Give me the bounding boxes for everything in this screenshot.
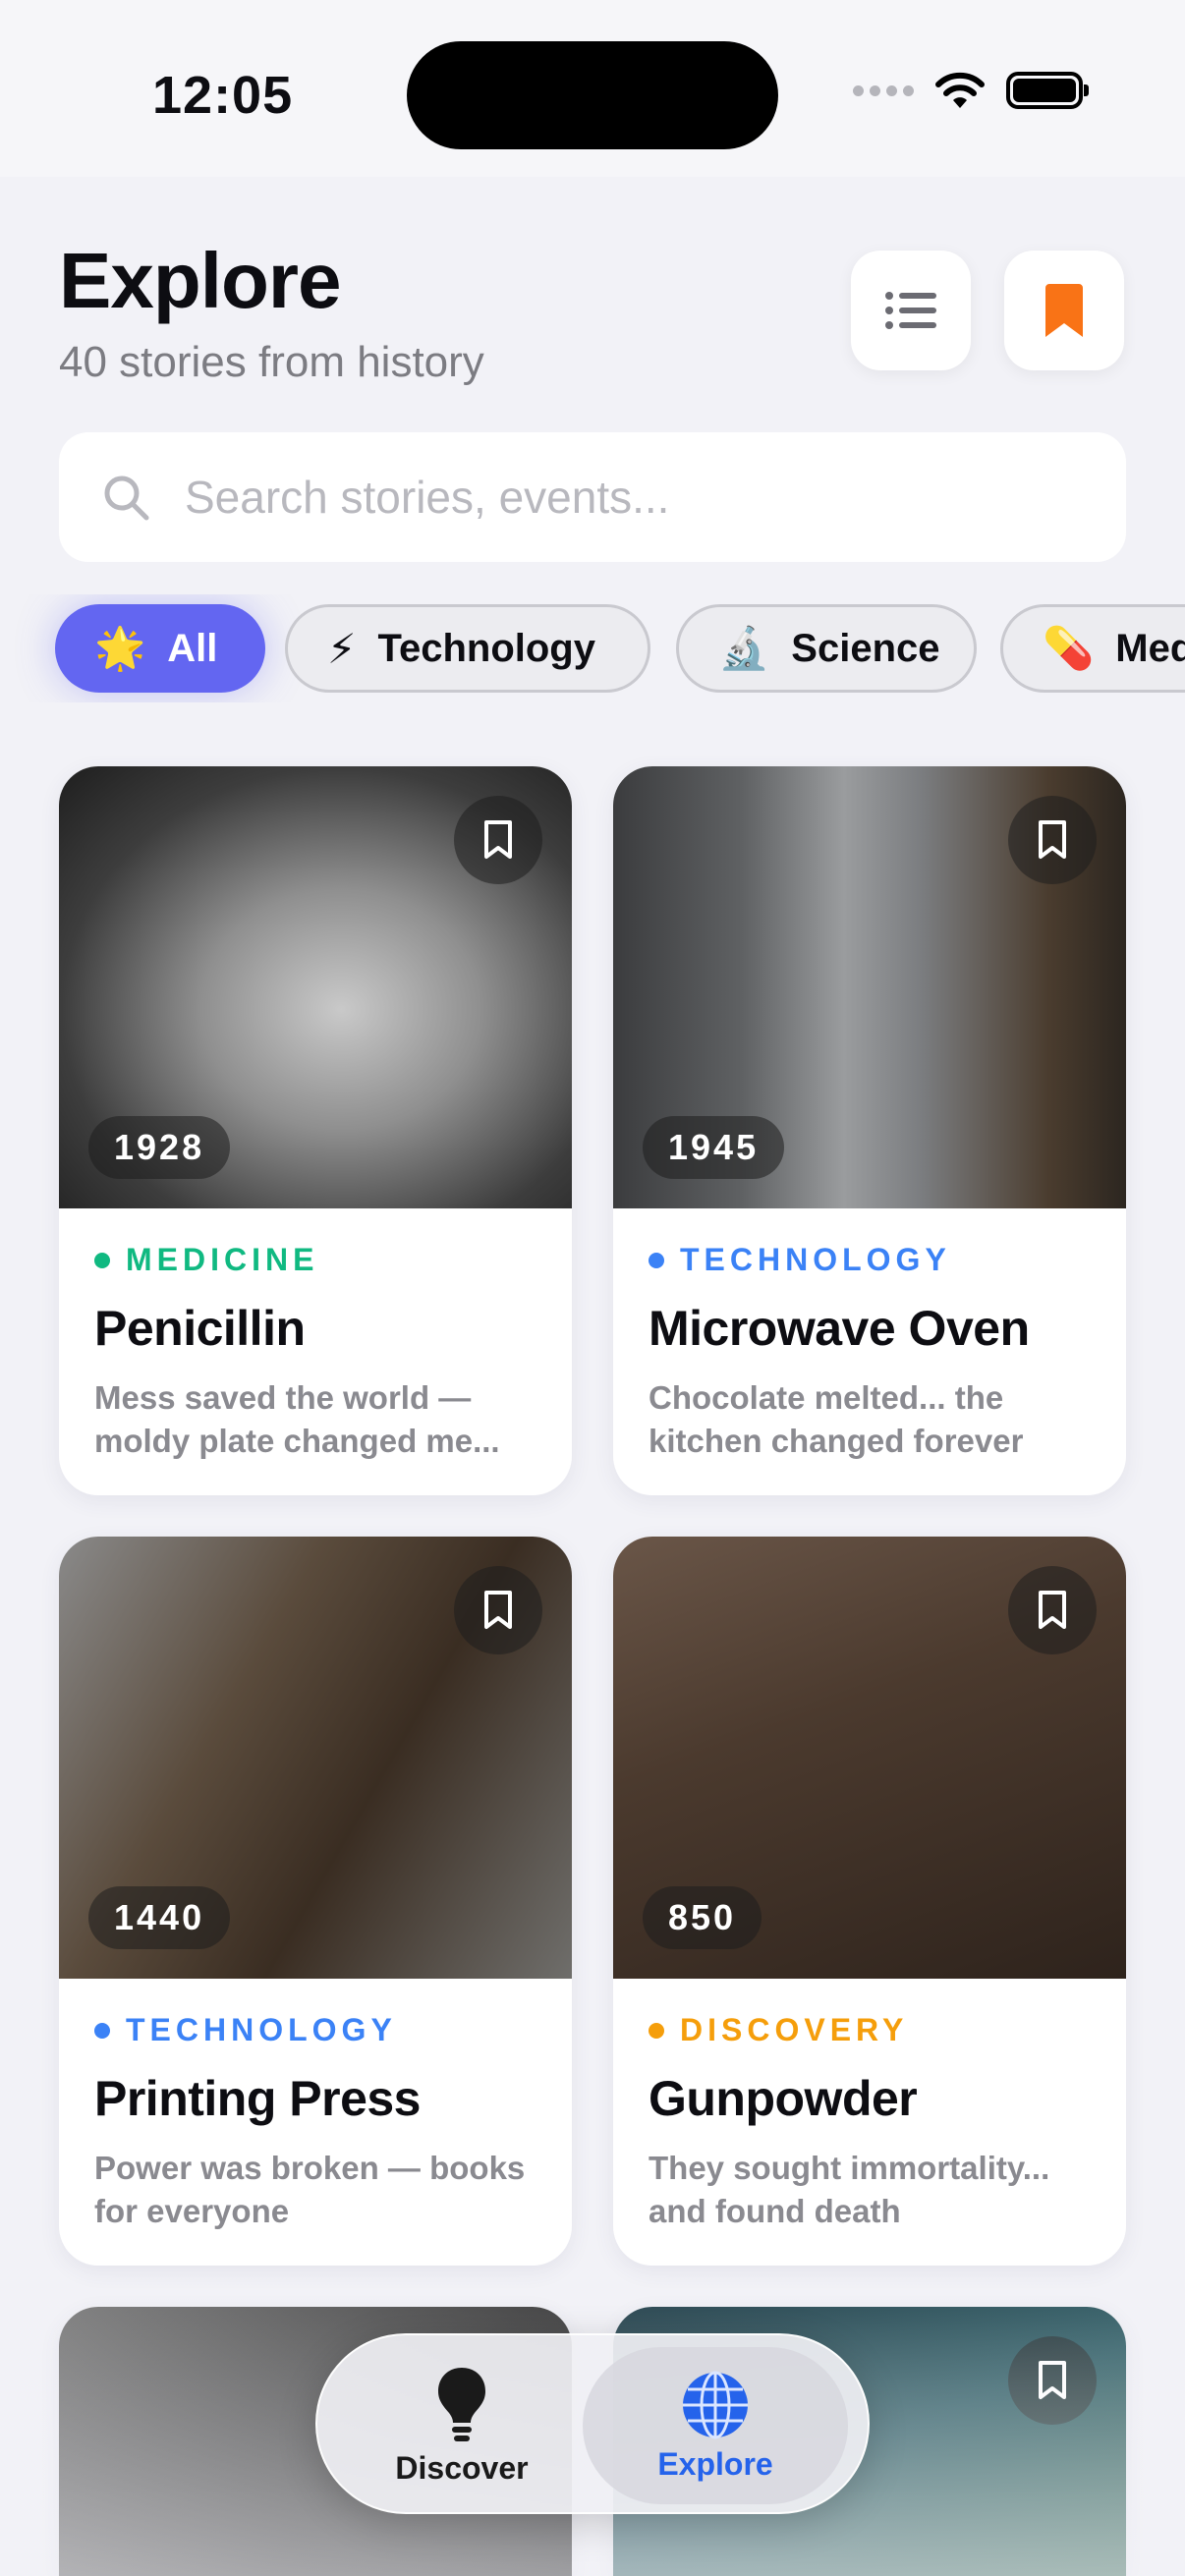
story-card-microwave-oven[interactable]: 1945 TECHNOLOGY Microwave Oven Chocolate… [613, 766, 1126, 1495]
story-description: Mess saved the world — moldy plate chang… [94, 1379, 500, 1459]
lightning-icon: ⚡ [327, 625, 357, 672]
tab-bar: Discover Explore [315, 2333, 870, 2514]
category-label: TECHNOLOGY [94, 2012, 536, 2048]
bookmark-button[interactable] [1008, 2336, 1097, 2425]
cellular-signal-icon [853, 84, 914, 96]
year-badge: 1440 [88, 1886, 231, 1949]
bookmark-icon [1039, 820, 1066, 859]
list-view-button[interactable] [851, 251, 971, 370]
story-description: Chocolate melted... the kitchen changed … [649, 1379, 1024, 1459]
category-filter-bar: 🌟 All ⚡ Technology 🔬 Science 💊 Med [0, 594, 1185, 702]
category-label: TECHNOLOGY [649, 1242, 1091, 1278]
lightbulb-icon [438, 2367, 485, 2441]
bookmark-icon [1039, 1591, 1066, 1629]
bookmark-button[interactable] [454, 796, 542, 884]
category-dot [649, 2022, 664, 2039]
dynamic-island [407, 41, 778, 149]
story-image: 1440 [59, 1537, 572, 1979]
search-placeholder: Search stories, events... [185, 472, 670, 523]
story-image: 850 [613, 1537, 1126, 1979]
globe-icon [683, 2371, 748, 2438]
story-image: 1945 [613, 766, 1126, 1208]
story-title: Penicillin [94, 1301, 306, 1356]
search-input[interactable]: Search stories, events... [59, 432, 1126, 562]
battery-icon [1006, 72, 1089, 109]
story-description: Power was broken — books for everyone [94, 2150, 526, 2229]
search-icon [104, 476, 149, 521]
page-subtitle: 40 stories from history [59, 338, 484, 386]
bookmark-button[interactable] [1008, 796, 1097, 884]
list-icon [885, 292, 936, 329]
pill-icon: 💊 [1043, 624, 1095, 671]
tab-discover[interactable]: Discover [329, 2347, 594, 2504]
bookmark-icon [1039, 2361, 1066, 2399]
tab-label: Discover [395, 2449, 529, 2486]
category-dot [94, 2022, 110, 2039]
star-icon: 🌟 [94, 624, 146, 671]
story-image: 1928 [59, 766, 572, 1208]
category-dot [94, 1252, 110, 1268]
story-card-gunpowder[interactable]: 850 DISCOVERY Gunpowder They sought immo… [613, 1537, 1126, 2266]
story-title: Gunpowder [649, 2071, 918, 2126]
story-title: Printing Press [94, 2071, 422, 2126]
status-time: 12:05 [152, 66, 294, 125]
bookmark-icon [484, 1591, 512, 1629]
category-label: DISCOVERY [649, 2012, 1091, 2048]
saved-bookmarks-button[interactable] [1004, 251, 1124, 370]
bookmark-filled-icon [1045, 284, 1083, 337]
year-badge: 850 [643, 1886, 762, 1949]
chip-label: Science [791, 626, 940, 670]
filter-chip-all[interactable]: 🌟 All [55, 604, 265, 693]
story-card-penicillin[interactable]: 1928 MEDICINE Penicillin Mess saved the … [59, 766, 572, 1495]
filter-chip-technology[interactable]: ⚡ Technology [285, 604, 650, 693]
chip-label: Technology [377, 626, 595, 670]
page-title: Explore [59, 237, 341, 324]
filter-chip-science[interactable]: 🔬 Science [676, 604, 977, 693]
filter-chip-medicine[interactable]: 💊 Med [1000, 604, 1185, 693]
tab-label: Explore [657, 2445, 773, 2482]
bookmark-icon [484, 820, 512, 859]
bookmark-button[interactable] [1008, 1566, 1097, 1654]
bookmark-button[interactable] [454, 1566, 542, 1654]
chip-label: All [167, 626, 218, 670]
wifi-icon [935, 72, 985, 108]
story-description: They sought immortality... and found dea… [649, 2150, 1050, 2229]
story-title: Microwave Oven [649, 1301, 1030, 1356]
year-badge: 1945 [643, 1116, 785, 1179]
chip-label: Med [1115, 626, 1185, 670]
story-card-printing-press[interactable]: 1440 TECHNOLOGY Printing Press Power was… [59, 1537, 572, 2266]
category-label: MEDICINE [94, 1242, 536, 1278]
category-dot [649, 1252, 664, 1268]
status-icons [853, 71, 1089, 110]
microscope-icon: 🔬 [718, 624, 770, 671]
tab-explore[interactable]: Explore [583, 2347, 848, 2504]
status-bar: 12:05 [0, 0, 1185, 177]
year-badge: 1928 [88, 1116, 231, 1179]
